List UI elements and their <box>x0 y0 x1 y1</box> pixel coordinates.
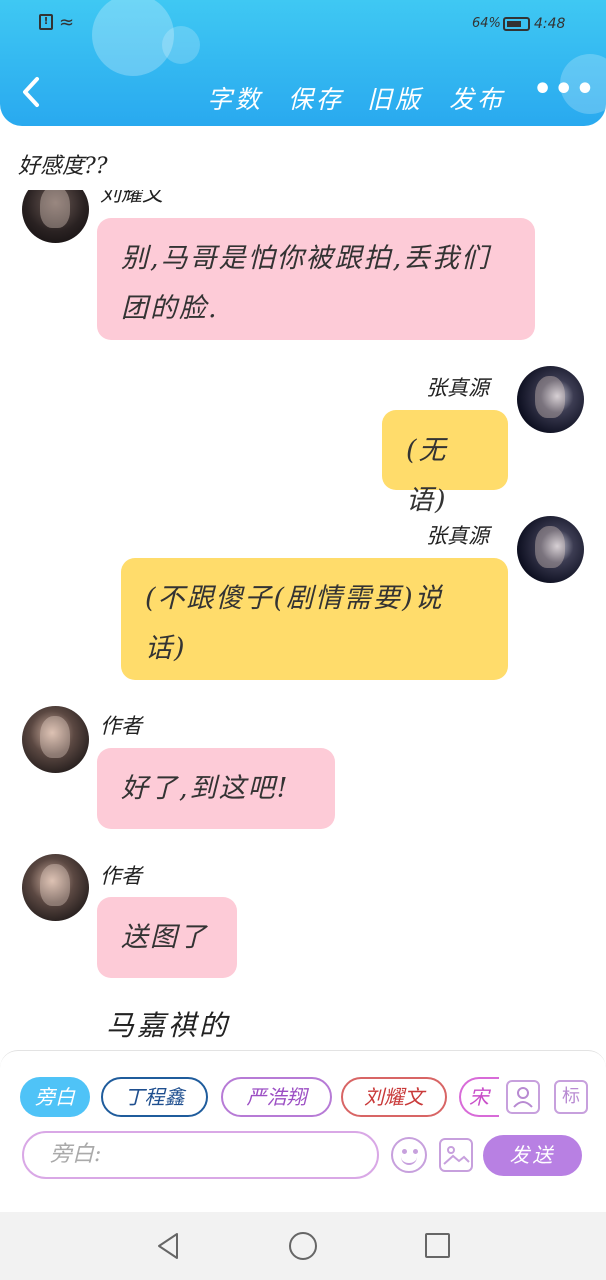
avatar-face <box>535 526 565 568</box>
narration-text: 马嘉祺的 <box>106 1009 231 1042</box>
speaker-name: 作者 <box>100 864 142 888</box>
avatar-face <box>40 864 70 906</box>
clock: 4:48 <box>534 16 566 32</box>
emoji-eye <box>402 1149 407 1154</box>
triangle-back-icon <box>158 1233 178 1259</box>
publish-button[interactable]: 发布 <box>449 80 505 116</box>
role-chip[interactable]: 刘耀文 <box>341 1077 447 1117</box>
message-bubble[interactable]: (不跟傻子(剧情需要)说话) <box>121 558 508 680</box>
avatar[interactable] <box>517 516 584 583</box>
back-button[interactable] <box>20 76 50 112</box>
speaker-name: 刘耀文 <box>100 190 163 206</box>
chevron-left-icon <box>23 77 39 107</box>
sim-alert-icon: ! <box>39 14 53 30</box>
avatar-face <box>535 376 565 418</box>
person-icon-glyph <box>513 1087 533 1108</box>
speaker-name: 张真源 <box>426 524 489 548</box>
message-bubble[interactable]: (无语) <box>382 410 508 516</box>
battery-percent: 64% <box>472 16 501 31</box>
avatar-face <box>40 190 70 228</box>
app-header: ! ≈ 64% 4:48 字数 保存 旧版 发布 ••• <box>0 0 606 126</box>
save-button[interactable]: 保存 <box>288 80 344 116</box>
nav-back-icon[interactable] <box>155 1232 181 1260</box>
favor-label: 好感度?? <box>18 154 108 179</box>
message-bubble[interactable]: 送图了 <box>97 897 237 978</box>
word-count-button[interactable]: 字数 <box>207 80 263 116</box>
avatar[interactable] <box>22 706 89 773</box>
wifi-icon: ≈ <box>59 12 75 33</box>
speaker-name: 张真源 <box>426 376 489 400</box>
chat-area[interactable]: 刘耀文 别,马哥是怕你被跟拍,丢我们团的脸. 张真源 (无语) 张真源 (不跟傻… <box>0 190 606 1050</box>
emoji-eye <box>413 1149 418 1154</box>
avatar-face <box>40 716 70 758</box>
system-nav-bar <box>0 1212 606 1280</box>
input-panel: 旁白 丁程鑫 严浩翔 刘耀文 宋 标 旁白: 发送 <box>0 1050 606 1212</box>
battery-icon <box>503 17 530 31</box>
person-icon[interactable] <box>506 1080 540 1114</box>
dialogue-input[interactable]: 旁白: <box>22 1131 379 1179</box>
send-button[interactable]: 发送 <box>483 1135 582 1176</box>
status-bar: ! ≈ 64% 4:48 <box>0 0 606 48</box>
nav-home-icon[interactable] <box>289 1232 317 1260</box>
avatar[interactable] <box>22 190 89 243</box>
message-bubble[interactable]: 好了,到这吧! <box>97 748 335 829</box>
more-dots-icon[interactable]: ••• <box>533 72 597 107</box>
tag-button[interactable]: 标 <box>554 1080 588 1114</box>
avatar[interactable] <box>517 366 584 433</box>
image-icon-glyph <box>443 1146 470 1165</box>
speaker-name: 作者 <box>100 714 142 738</box>
role-chip[interactable]: 宋 <box>459 1077 499 1117</box>
old-version-button[interactable]: 旧版 <box>367 80 423 116</box>
role-chip-narrator[interactable]: 旁白 <box>20 1077 90 1117</box>
role-chip[interactable]: 严浩翔 <box>221 1077 332 1117</box>
image-icon[interactable] <box>439 1138 473 1172</box>
emoji-icon[interactable] <box>391 1137 427 1173</box>
avatar[interactable] <box>22 854 89 921</box>
emoji-mouth <box>401 1155 417 1165</box>
message-bubble[interactable]: 别,马哥是怕你被跟拍,丢我们团的脸. <box>97 218 535 340</box>
role-chip[interactable]: 丁程鑫 <box>101 1077 208 1117</box>
nav-recents-icon[interactable] <box>425 1233 450 1258</box>
